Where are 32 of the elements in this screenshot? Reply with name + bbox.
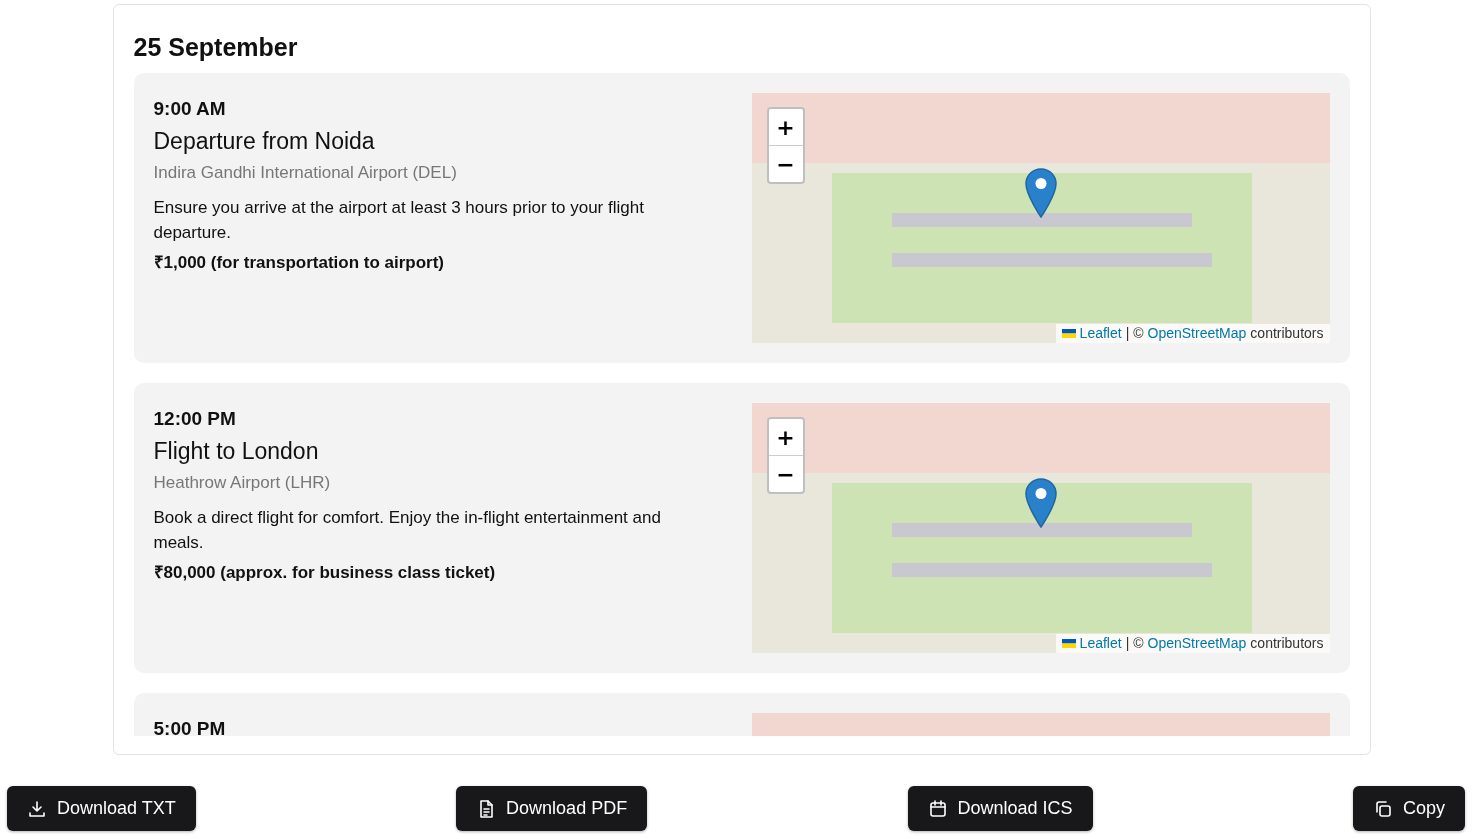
download-icon [27,798,47,819]
flag-icon [1061,638,1076,648]
event-time: 9:00 AM [153,98,227,120]
zoom-in-button[interactable]: + [768,419,803,455]
calendar-icon [927,798,948,819]
openstreetmap-link[interactable]: OpenStreetMap [1147,325,1247,341]
event-cost: ₹80,000 (approx. for business class ticket) [153,562,497,583]
map-attribution: Leaflet | © OpenStreetMap contributors [1055,634,1330,653]
map-marker-icon[interactable] [1024,168,1057,218]
action-button[interactable]: Download TXT [7,786,196,831]
event-description: Ensure you arrive at the airport at least 3 hours prior to your flight departure. [153,197,645,244]
zoom-in-button[interactable]: + [768,109,803,145]
day-heading: 25 September [133,32,299,62]
event-title: Flight to London [153,438,320,465]
map-attribution: Leaflet | © OpenStreetMap contributors [1055,324,1330,343]
zoom-out-button[interactable]: − [768,455,803,492]
event-location: Indira Gandhi International Airport (DEL) [153,163,458,183]
action-button[interactable]: Download ICS [907,786,1093,831]
map-marker-icon[interactable] [1024,478,1057,528]
zoom-out-button[interactable]: − [768,145,803,182]
event-time: 12:00 PM [153,408,237,430]
leaflet-link[interactable]: Leaflet [1079,635,1122,651]
action-button[interactable]: Copy [1352,786,1465,831]
openstreetmap-link[interactable]: OpenStreetMap [1147,635,1247,651]
event-cost: ₹1,000 (for transportation to airport) [153,252,446,273]
event-title: Departure from Noida [153,128,376,155]
event-description: Book a direct flight for comfort. Enjoy the in-flight entertainment and meals. [153,507,662,554]
flag-icon [1061,328,1076,338]
action-button[interactable]: Download PDF [456,786,648,831]
event-time: 5:00 PM [153,718,227,736]
leaflet-link[interactable]: Leaflet [1079,325,1122,341]
event-location: Heathrow Airport (LHR) [153,473,332,493]
